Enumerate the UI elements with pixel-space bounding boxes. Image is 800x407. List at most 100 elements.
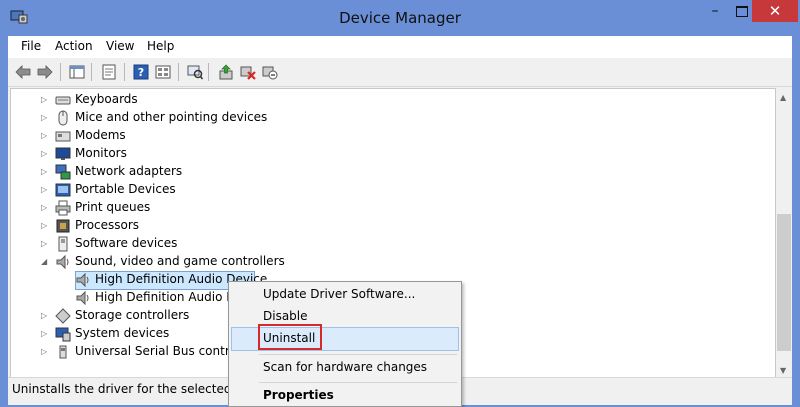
- uninstall-callout-box: [258, 324, 322, 350]
- show-hide-console-tree-icon: [69, 65, 85, 79]
- speaker-icon: [76, 272, 89, 288]
- properties-button[interactable]: [100, 63, 118, 81]
- forward-icon: [37, 65, 53, 79]
- tree-item-monitors[interactable]: ▷ Monitors: [11, 145, 771, 163]
- tree-item-label: Sound, video and game controllers: [75, 254, 285, 268]
- network-adapter-icon: [55, 164, 71, 180]
- tree-item-network-adapters[interactable]: ▷ Network adapters: [11, 163, 771, 181]
- back-icon: [15, 65, 31, 79]
- tree-item-label: Mice and other pointing devices: [75, 110, 268, 124]
- expand-arrow-icon[interactable]: ▷: [41, 167, 49, 177]
- minimize-button[interactable]: –: [700, 0, 730, 22]
- window-title: Device Manager: [339, 9, 461, 27]
- maximize-icon: [736, 5, 748, 17]
- menu-item-properties[interactable]: Properties: [263, 388, 334, 402]
- tree-item-label: Monitors: [75, 146, 127, 160]
- modem-icon: [55, 131, 71, 142]
- toolbar-separator: [60, 63, 61, 81]
- scan-hardware-button[interactable]: [186, 63, 204, 81]
- tree-item-sound-video-game-controllers[interactable]: ◢ Sound, video and game controllers: [11, 253, 771, 271]
- collapse-arrow-icon[interactable]: ◢: [41, 257, 49, 267]
- svg-text:?: ?: [138, 66, 144, 79]
- help-button[interactable]: ?: [132, 63, 150, 81]
- tree-item-software-devices[interactable]: ▷ Software devices: [11, 235, 771, 253]
- context-menu: Update Driver Software... Disable Uninst…: [228, 281, 462, 407]
- menu-file[interactable]: File: [21, 39, 41, 53]
- expand-arrow-icon[interactable]: ▷: [41, 221, 49, 231]
- tree-item-label: Keyboards: [75, 92, 138, 106]
- view-button[interactable]: [154, 63, 172, 81]
- uninstall-button[interactable]: [239, 63, 257, 81]
- expand-arrow-icon[interactable]: ▷: [41, 185, 49, 195]
- expand-arrow-icon[interactable]: ▷: [41, 347, 49, 357]
- expand-arrow-icon[interactable]: ▷: [41, 113, 49, 123]
- scrollbar-thumb[interactable]: [777, 214, 791, 351]
- menu-action[interactable]: Action: [55, 39, 93, 53]
- keyboard-icon: [55, 96, 71, 105]
- printer-icon: [55, 200, 71, 216]
- mouse-icon: [58, 110, 68, 126]
- expand-arrow-icon[interactable]: ▷: [41, 239, 49, 249]
- speaker-icon: [76, 290, 89, 306]
- menu-view[interactable]: View: [106, 39, 134, 53]
- uninstall-icon: [240, 66, 256, 80]
- vertical-scrollbar[interactable]: ▲ ▼: [776, 88, 792, 379]
- tree-item-keyboards[interactable]: ▷ Keyboards: [11, 91, 771, 109]
- scroll-up-arrow-icon[interactable]: ▲: [780, 93, 786, 102]
- toolbar-separator: [178, 63, 179, 81]
- view-icon: [155, 65, 171, 79]
- toolbar-separator: [124, 63, 125, 81]
- scan-hardware-icon: [187, 65, 203, 80]
- toolbar-separator: [208, 63, 209, 81]
- menu-separator: [259, 354, 457, 355]
- system-device-icon: [55, 327, 71, 342]
- tree-item-print-queues[interactable]: ▷ Print queues: [11, 199, 771, 217]
- device-manager-window: Device Manager – ✕ File Action View Help: [0, 0, 800, 407]
- tree-item-label: Processors: [75, 218, 140, 232]
- back-button[interactable]: [14, 63, 32, 81]
- expand-arrow-icon[interactable]: ▷: [41, 203, 49, 213]
- forward-button[interactable]: [36, 63, 54, 81]
- toolbar-separator: [91, 63, 92, 81]
- tree-item-processors[interactable]: ▷ Processors: [11, 217, 771, 235]
- tree-item-label: Modems: [75, 128, 126, 142]
- update-driver-icon: [219, 64, 233, 80]
- disable-icon: [262, 66, 278, 80]
- software-device-icon: [58, 236, 68, 252]
- tree-item-portable-devices[interactable]: ▷ Portable Devices: [11, 181, 771, 199]
- title-bar[interactable]: Device Manager – ✕: [0, 0, 800, 36]
- tree-item-label: Print queues: [75, 200, 151, 214]
- scroll-down-arrow-icon[interactable]: ▼: [780, 366, 786, 375]
- expand-arrow-icon[interactable]: ▷: [41, 329, 49, 339]
- menu-help[interactable]: Help: [147, 39, 174, 53]
- close-button[interactable]: ✕: [752, 0, 798, 22]
- monitor-icon: [55, 147, 71, 160]
- tree-item-label: Portable Devices: [75, 182, 176, 196]
- portable-device-icon: [55, 183, 71, 197]
- expand-arrow-icon[interactable]: ▷: [41, 131, 49, 141]
- expand-arrow-icon[interactable]: ▷: [41, 149, 49, 159]
- menu-bar: File Action View Help: [8, 36, 792, 58]
- processor-icon: [56, 219, 70, 233]
- tree-item-label: Storage controllers: [75, 308, 190, 322]
- update-driver-button[interactable]: [217, 63, 235, 81]
- usb-icon: [59, 345, 67, 359]
- storage-controller-icon: [55, 308, 71, 324]
- menu-separator: [259, 382, 457, 383]
- properties-icon: [102, 64, 116, 80]
- menu-item-disable[interactable]: Disable: [263, 309, 308, 323]
- tree-item-modems[interactable]: ▷ Modems: [11, 127, 771, 145]
- tree-item-mice[interactable]: ▷ Mice and other pointing devices: [11, 109, 771, 127]
- menu-item-scan-hardware[interactable]: Scan for hardware changes: [263, 360, 427, 374]
- tree-item-label: Network adapters: [75, 164, 183, 178]
- expand-arrow-icon[interactable]: ▷: [41, 311, 49, 321]
- console-tree-button[interactable]: [68, 63, 86, 81]
- help-icon: ?: [133, 64, 149, 80]
- tree-item-label: Software devices: [75, 236, 178, 250]
- toolbar: ?: [8, 58, 792, 87]
- menu-item-update-driver[interactable]: Update Driver Software...: [263, 287, 415, 301]
- disable-button[interactable]: [261, 63, 279, 81]
- speaker-icon: [56, 254, 69, 270]
- expand-arrow-icon[interactable]: ▷: [41, 95, 49, 105]
- tree-item-label: System devices: [75, 326, 170, 340]
